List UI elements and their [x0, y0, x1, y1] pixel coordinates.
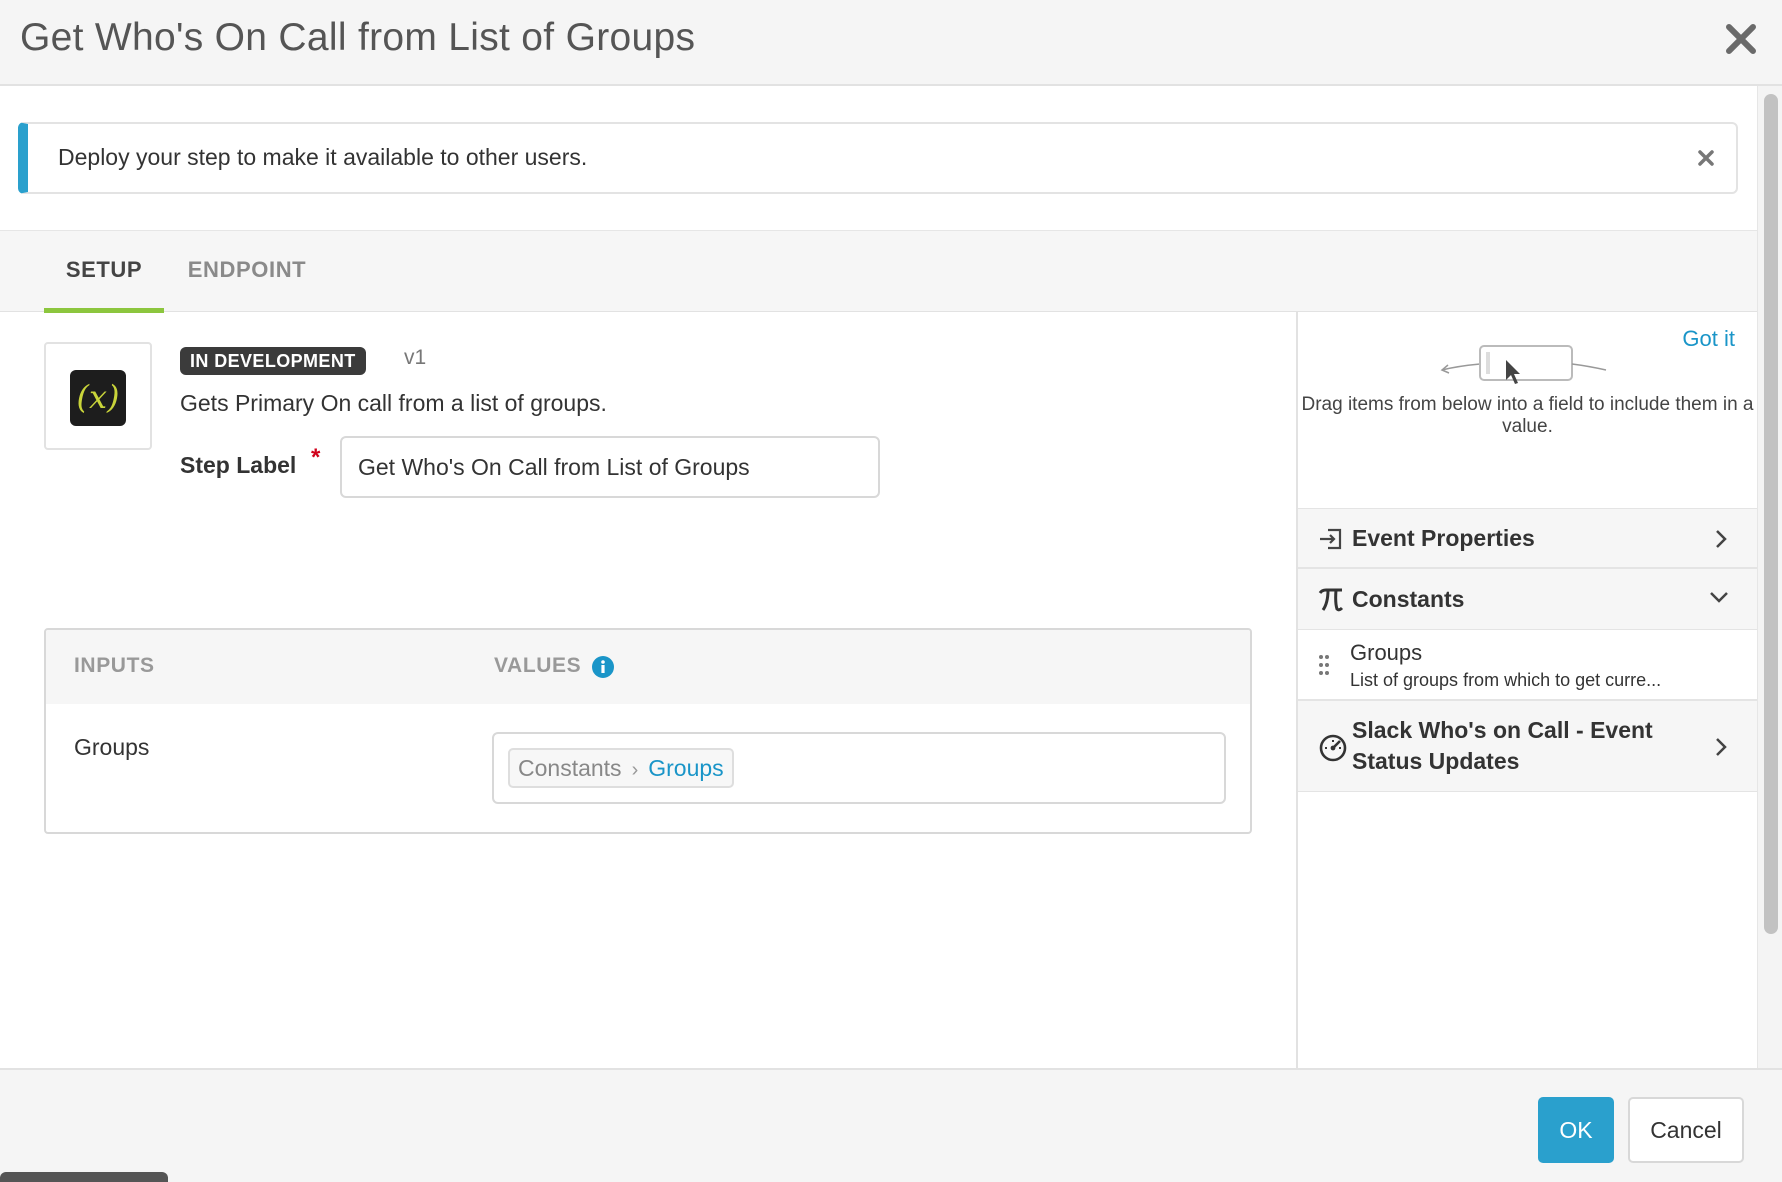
notice-text: Deploy your step to make it available to… [58, 144, 588, 170]
tab-endpoint[interactable]: ENDPOINT [180, 231, 314, 313]
deploy-notice: Deploy your step to make it available to… [18, 122, 1738, 194]
required-marker: * [311, 444, 321, 471]
cancel-button[interactable]: Cancel [1628, 1097, 1744, 1163]
drag-illustration-icon [1438, 340, 1618, 390]
drag-handle-icon[interactable] [1318, 654, 1330, 676]
constant-name: Groups [1350, 640, 1423, 665]
bottom-tab-handle [0, 1172, 168, 1182]
drag-hint: Got it Drag items from below into a fiel… [1298, 312, 1757, 508]
constants-section[interactable]: Constants [1298, 568, 1757, 630]
tab-bar: SETUP ENDPOINT [0, 230, 1757, 313]
input-name-groups: Groups [74, 734, 150, 760]
gauge-icon [1318, 733, 1348, 763]
column-header-values: VALUES [494, 654, 582, 677]
pi-icon [1318, 587, 1344, 613]
version-label: v1 [404, 346, 427, 369]
step-label-input[interactable] [340, 436, 880, 498]
event-properties-section[interactable]: Event Properties [1298, 508, 1757, 568]
constant-description: List of groups from which to get curre..… [1350, 670, 1662, 690]
chevron-down-icon [1709, 589, 1729, 605]
section-title-slack: Slack Who's on Call - Event Status Updat… [1352, 717, 1653, 774]
step-description: Gets Primary On call from a list of grou… [180, 390, 607, 416]
chevron-right-icon [1713, 737, 1729, 757]
inputs-table: INPUTS VALUES Groups Constants › Groups [44, 628, 1252, 834]
step-icon-box: (x) [44, 342, 152, 450]
section-title-event-properties: Event Properties [1352, 525, 1535, 551]
constant-item-groups[interactable]: Groups List of groups from which to get … [1298, 630, 1757, 700]
ok-button[interactable]: OK [1538, 1097, 1614, 1163]
modal-footer: OK Cancel [0, 1068, 1782, 1182]
scrollbar[interactable] [1757, 86, 1782, 1068]
notice-close-icon[interactable] [1696, 148, 1716, 168]
tab-setup[interactable]: SETUP [44, 231, 164, 313]
table-header: INPUTS VALUES [46, 630, 1250, 704]
token-separator: › [631, 759, 639, 781]
modal-title: Get Who's On Call from List of Groups [20, 16, 696, 59]
properties-panel: Got it Drag items from below into a fiel… [1296, 312, 1757, 1068]
chevron-right-icon [1713, 529, 1729, 549]
got-it-link[interactable]: Got it [1682, 326, 1735, 352]
info-icon[interactable] [592, 656, 614, 678]
modal-header: Get Who's On Call from List of Groups [0, 0, 1782, 86]
status-badge: IN DEVELOPMENT [180, 347, 366, 375]
setup-pane: (x) IN DEVELOPMENT v1 Gets Primary On ca… [0, 312, 1296, 1068]
token-name: Groups [648, 755, 724, 781]
event-properties-icon [1318, 526, 1344, 552]
token-prefix: Constants [518, 755, 622, 781]
drag-hint-text: Drag items from below into a field to in… [1301, 394, 1754, 437]
close-icon[interactable] [1724, 22, 1758, 56]
column-header-inputs: INPUTS [74, 654, 155, 677]
variable-icon: (x) [70, 370, 126, 426]
section-title-constants: Constants [1352, 586, 1465, 612]
constant-token[interactable]: Constants › Groups [508, 748, 734, 788]
groups-value-field[interactable]: Constants › Groups [492, 732, 1226, 804]
slack-flow-section[interactable]: Slack Who's on Call - Event Status Updat… [1298, 700, 1757, 792]
step-label-caption: Step Label [180, 452, 297, 478]
scrollbar-thumb[interactable] [1764, 94, 1778, 934]
modal-body: Deploy your step to make it available to… [0, 86, 1757, 1068]
